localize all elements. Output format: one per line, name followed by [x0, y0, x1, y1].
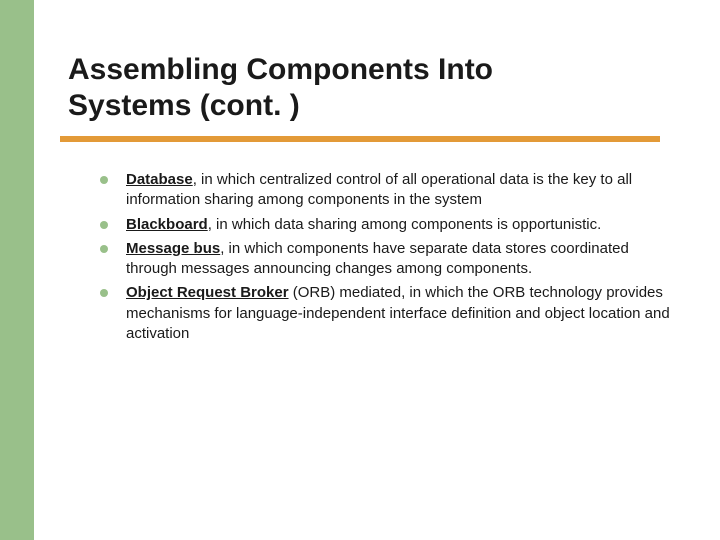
bullet-text: Message bus, in which components have se…	[126, 239, 670, 280]
list-item: Message bus, in which components have se…	[100, 239, 670, 280]
list-item: Object Request Broker (ORB) mediated, in…	[100, 283, 670, 344]
title-underline	[60, 136, 660, 142]
title-line-2: Systems (cont. )	[68, 88, 493, 124]
bullet-icon	[100, 221, 108, 229]
bullet-icon	[100, 289, 108, 297]
bullet-text: Object Request Broker (ORB) mediated, in…	[126, 283, 670, 344]
decorative-sidebar	[0, 0, 34, 540]
page-title: Assembling Components Into Systems (cont…	[68, 52, 493, 124]
bullet-text: Database, in which centralized control o…	[126, 170, 670, 211]
bullet-list: Database, in which centralized control o…	[100, 170, 670, 348]
title-line-1: Assembling Components Into	[68, 52, 493, 88]
list-item: Blackboard, in which data sharing among …	[100, 215, 670, 235]
bullet-icon	[100, 176, 108, 184]
bullet-icon	[100, 245, 108, 253]
list-item: Database, in which centralized control o…	[100, 170, 670, 211]
bullet-text: Blackboard, in which data sharing among …	[126, 215, 601, 235]
